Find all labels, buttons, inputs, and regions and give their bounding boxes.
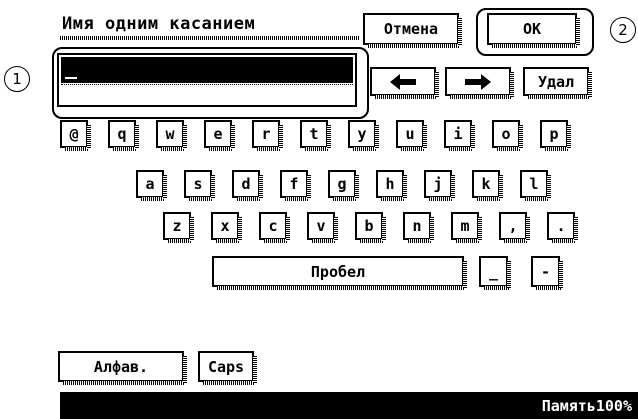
key-n[interactable]: n — [403, 212, 434, 243]
key-s[interactable]: s — [184, 170, 215, 201]
key-p[interactable]: p — [540, 120, 571, 151]
dash-key[interactable]: - — [531, 256, 563, 290]
key-w[interactable]: w — [156, 120, 187, 151]
key-o[interactable]: o — [492, 120, 523, 151]
cancel-button[interactable]: Отмена — [363, 13, 462, 48]
key-period[interactable]: . — [547, 212, 578, 243]
key-y[interactable]: y — [348, 120, 379, 151]
key-at[interactable]: @ — [60, 120, 91, 151]
cursor-left-button[interactable] — [370, 67, 439, 99]
key-i[interactable]: i — [444, 120, 475, 151]
key-f[interactable]: f — [280, 170, 311, 201]
key-r[interactable]: r — [252, 120, 283, 151]
key-d[interactable]: d — [232, 170, 263, 201]
key-j[interactable]: j — [424, 170, 455, 201]
callout-2: 2 — [610, 17, 636, 43]
title-divider — [60, 36, 360, 40]
key-q[interactable]: q — [108, 120, 139, 151]
key-e[interactable]: e — [204, 120, 235, 151]
key-k[interactable]: k — [472, 170, 503, 201]
key-t[interactable]: t — [300, 120, 331, 151]
key-m[interactable]: m — [451, 212, 482, 243]
input-text-area — [61, 57, 353, 83]
dialog-title: Имя одним касанием — [62, 14, 256, 34]
memory-status: Память100% — [541, 396, 632, 415]
callout-1: 1 — [4, 66, 30, 92]
status-bar: Память100% — [60, 392, 638, 419]
alphabet-mode-button[interactable]: Алфав. — [58, 351, 187, 385]
name-input[interactable] — [57, 53, 357, 107]
input-second-line — [61, 84, 353, 103]
ok-button[interactable]: OK — [487, 13, 580, 48]
key-l[interactable]: l — [520, 170, 551, 201]
key-u[interactable]: u — [396, 120, 427, 151]
key-b[interactable]: b — [355, 212, 386, 243]
key-z[interactable]: z — [163, 212, 194, 243]
underscore-key[interactable]: _ — [479, 256, 511, 290]
key-comma[interactable]: , — [499, 212, 530, 243]
key-a[interactable]: a — [136, 170, 167, 201]
space-key[interactable]: Пробел — [212, 256, 467, 290]
key-v[interactable]: v — [307, 212, 338, 243]
cursor-right-button[interactable] — [445, 67, 514, 99]
key-g[interactable]: g — [328, 170, 359, 201]
key-h[interactable]: h — [376, 170, 407, 201]
left-arrow-icon — [390, 73, 416, 90]
key-c[interactable]: c — [259, 212, 290, 243]
key-x[interactable]: x — [211, 212, 242, 243]
delete-button[interactable]: Удал — [523, 67, 592, 99]
text-cursor — [65, 77, 77, 79]
caps-button[interactable]: Caps — [198, 351, 257, 385]
right-arrow-icon — [465, 73, 491, 90]
